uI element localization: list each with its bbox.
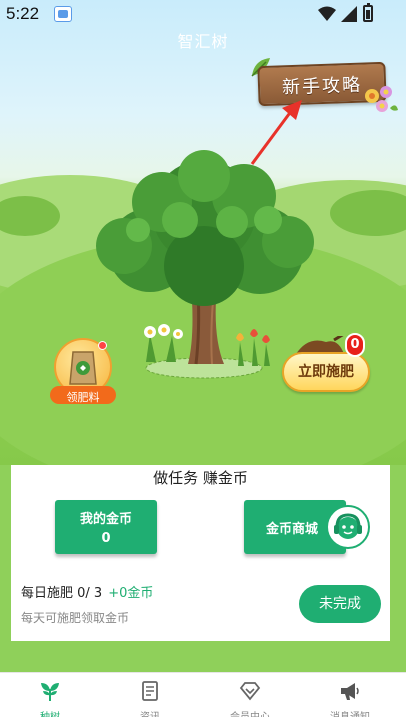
app-notification-icon bbox=[54, 6, 72, 22]
sprout-icon bbox=[41, 683, 59, 701]
member-icon bbox=[239, 682, 261, 701]
task-panel-title: 做任务 赚金币 bbox=[153, 469, 248, 487]
nav-item-plant-tree[interactable]: 种树 bbox=[0, 673, 100, 717]
my-coins-label: 我的金币 bbox=[79, 512, 132, 527]
daily-fertilize-label: 每日施肥 0/ 3 bbox=[21, 586, 103, 601]
nav-label: 种树 bbox=[0, 708, 100, 717]
fertilize-now-label: 立即施肥 bbox=[298, 364, 354, 380]
wifi-icon bbox=[318, 6, 336, 21]
nav-label: 资讯 bbox=[100, 708, 200, 717]
battery-icon bbox=[363, 3, 373, 22]
nav-item-notifications[interactable]: 消息通知 bbox=[300, 673, 400, 717]
task-panel: 做任务 赚金币 我的金币 0 金币商城 每日施肥 0/ 3 +0金币 每天可施肥领… bbox=[11, 465, 390, 641]
tree-icon bbox=[96, 150, 314, 379]
status-bar: 5:22 bbox=[0, 0, 406, 30]
daily-task-hint: 每天可施肥领取金币 bbox=[21, 611, 130, 625]
flowers-icon bbox=[236, 329, 270, 366]
headset-icon bbox=[334, 513, 362, 539]
megaphone-icon bbox=[341, 683, 359, 700]
page-title: 智汇树 bbox=[177, 32, 229, 51]
flowers-icon bbox=[365, 86, 398, 112]
bag-label-pill: 领肥料 bbox=[50, 386, 116, 404]
fertilizer-count-badge: 0 bbox=[345, 333, 365, 357]
my-coins-value: 0 bbox=[101, 531, 111, 546]
notification-dot bbox=[98, 341, 107, 350]
flowers-icon bbox=[144, 324, 183, 362]
tree-scene: 5:22 智汇树 新手攻略 领肥料 立即施肥 0 bbox=[0, 0, 406, 465]
my-coins-button[interactable]: 我的金币 0 bbox=[55, 500, 157, 554]
nav-label: 消息通知 bbox=[300, 708, 400, 717]
nav-item-member-center[interactable]: 会员中心 bbox=[200, 673, 300, 717]
coin-shop-label: 金币商城 bbox=[266, 522, 319, 537]
fertilize-button-body: 立即施肥 bbox=[282, 352, 370, 392]
signal-icon bbox=[341, 6, 357, 22]
customer-service-button[interactable] bbox=[326, 505, 370, 549]
nav-label: 会员中心 bbox=[200, 708, 300, 717]
daily-reward: +0金币 bbox=[108, 586, 154, 601]
status-time: 5:22 bbox=[6, 4, 40, 23]
bottom-navigation: 种树 资讯 会员中心 消息通知 bbox=[0, 672, 406, 717]
daily-fertilize-task: 每日施肥 0/ 3 +0金币 bbox=[21, 582, 153, 601]
task-status-button[interactable]: 未完成 bbox=[299, 585, 381, 623]
get-fertilizer-label: 领肥料 bbox=[66, 391, 100, 404]
get-fertilizer-button[interactable]: 领肥料 bbox=[50, 338, 116, 404]
news-icon bbox=[142, 681, 158, 701]
nav-item-news[interactable]: 资讯 bbox=[100, 673, 200, 717]
